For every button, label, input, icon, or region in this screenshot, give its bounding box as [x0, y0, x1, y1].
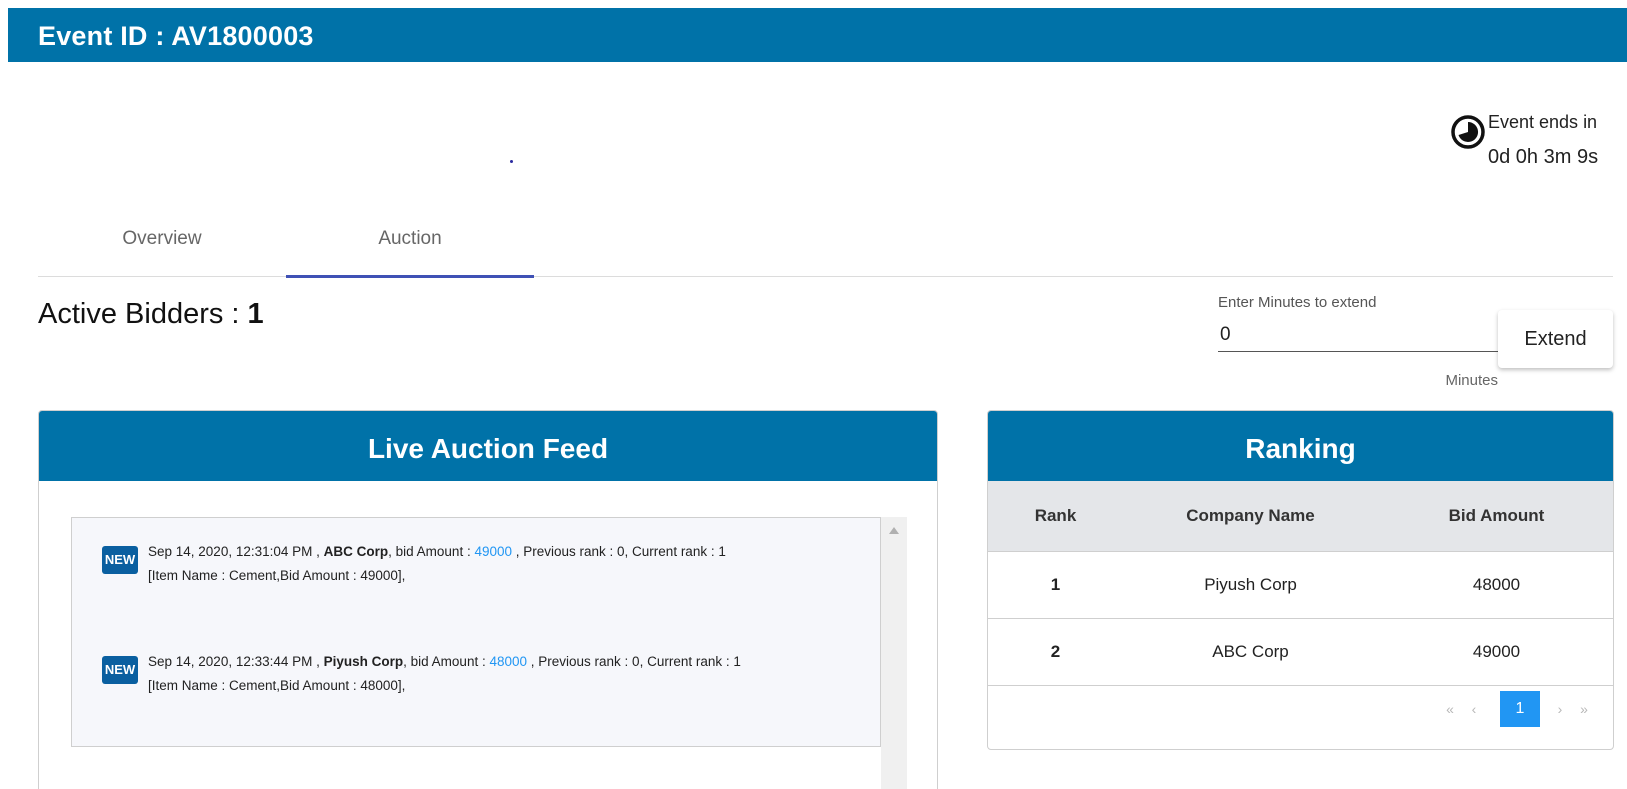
live-auction-feed-title: Live Auction Feed	[39, 411, 937, 481]
clock-icon	[1451, 115, 1485, 149]
active-tab-indicator	[286, 275, 534, 278]
event-timer: Event ends in 0d 0h 3m 9s	[1450, 110, 1620, 170]
cell-rank: 2	[988, 618, 1123, 686]
tab-auction-label: Auction	[378, 228, 442, 249]
feed-item-mid: , bid Amount :	[388, 544, 475, 559]
feed-item-company: Piyush Corp	[323, 654, 404, 669]
feed-item-suffix: , Previous rank : 0, Current rank : 1	[512, 544, 726, 559]
tab-overview[interactable]: Overview	[38, 215, 286, 277]
feed-item-detail: [Item Name : Cement,Bid Amount : 48000],	[148, 678, 406, 693]
cell-bid: 49000	[1378, 618, 1613, 686]
feed-item-text: Sep 14, 2020, 12:31:04 PM , ABC Corp, bi…	[148, 540, 868, 588]
cell-bid: 48000	[1378, 551, 1613, 619]
table-row: 2 ABC Corp 49000	[988, 618, 1613, 686]
feed-item-prefix: Sep 14, 2020, 12:31:04 PM ,	[148, 544, 324, 559]
feed-item-text: Sep 14, 2020, 12:33:44 PM , Piyush Corp,…	[148, 650, 868, 698]
new-badge-icon: NEW	[102, 546, 138, 574]
header-bar: Event ID : AV1800003	[8, 8, 1627, 62]
pagination: « ‹ 1 › »	[1438, 691, 1608, 727]
extend-minutes-hint: Minutes	[1445, 372, 1498, 389]
feed-item-mid: , bid Amount :	[403, 654, 490, 669]
cell-company: ABC Corp	[1123, 618, 1378, 686]
decorative-dot	[510, 160, 513, 163]
event-title: Event ID : AV1800003	[38, 21, 314, 51]
table-row: 1 Piyush Corp 48000	[988, 551, 1613, 619]
ranking-title: Ranking	[988, 411, 1613, 481]
page-button-current[interactable]: 1	[1500, 691, 1540, 727]
left-rail	[0, 0, 8, 789]
active-bidders-label: Active Bidders :	[38, 298, 248, 330]
extend-minutes-input[interactable]	[1218, 318, 1498, 352]
feed-item-detail: [Item Name : Cement,Bid Amount : 49000],	[148, 568, 406, 583]
extend-button[interactable]: Extend	[1498, 310, 1613, 368]
ranking-panel: Ranking Rank Company Name Bid Amount 1 P…	[987, 410, 1614, 750]
active-bidders-count: 1	[247, 298, 264, 330]
feed-list: NEW Sep 14, 2020, 12:31:04 PM , ABC Corp…	[71, 517, 881, 747]
ranking-table: Rank Company Name Bid Amount 1 Piyush Co…	[988, 481, 1613, 686]
live-auction-feed-panel: Live Auction Feed NEW Sep 14, 2020, 12:3…	[38, 410, 938, 789]
prev-page-icon[interactable]: ‹	[1462, 691, 1486, 727]
next-page-icon[interactable]: ›	[1548, 691, 1572, 727]
timer-value: 0d 0h 3m 9s	[1488, 146, 1599, 168]
last-page-icon[interactable]: »	[1572, 691, 1596, 727]
extend-form: Enter Minutes to extend Minutes Extend	[1218, 292, 1618, 392]
feed-item-amount: 48000	[489, 654, 528, 669]
column-header-bid: Bid Amount	[1378, 481, 1613, 552]
feed-item-suffix: , Previous rank : 0, Current rank : 1	[527, 654, 741, 669]
tab-bar: Overview Auction	[38, 215, 1613, 278]
column-header-rank: Rank	[988, 481, 1123, 552]
feed-item-amount: 49000	[474, 544, 512, 559]
feed-item-company: ABC Corp	[323, 544, 389, 559]
column-header-company: Company Name	[1123, 481, 1378, 552]
tab-auction[interactable]: Auction	[286, 215, 534, 278]
cell-rank: 1	[988, 551, 1123, 619]
feed-item-prefix: Sep 14, 2020, 12:33:44 PM ,	[148, 654, 324, 669]
ranking-header-row: Rank Company Name Bid Amount	[988, 481, 1613, 552]
extend-minutes-label: Enter Minutes to extend	[1218, 294, 1377, 311]
scroll-up-icon[interactable]	[889, 527, 899, 534]
active-bidders: Active Bidders : 1	[38, 298, 264, 331]
feed-scrollbar[interactable]	[881, 517, 907, 789]
cell-company: Piyush Corp	[1123, 551, 1378, 619]
new-badge-icon: NEW	[102, 656, 138, 684]
first-page-icon[interactable]: «	[1438, 691, 1462, 727]
timer-label: Event ends in	[1488, 112, 1598, 132]
